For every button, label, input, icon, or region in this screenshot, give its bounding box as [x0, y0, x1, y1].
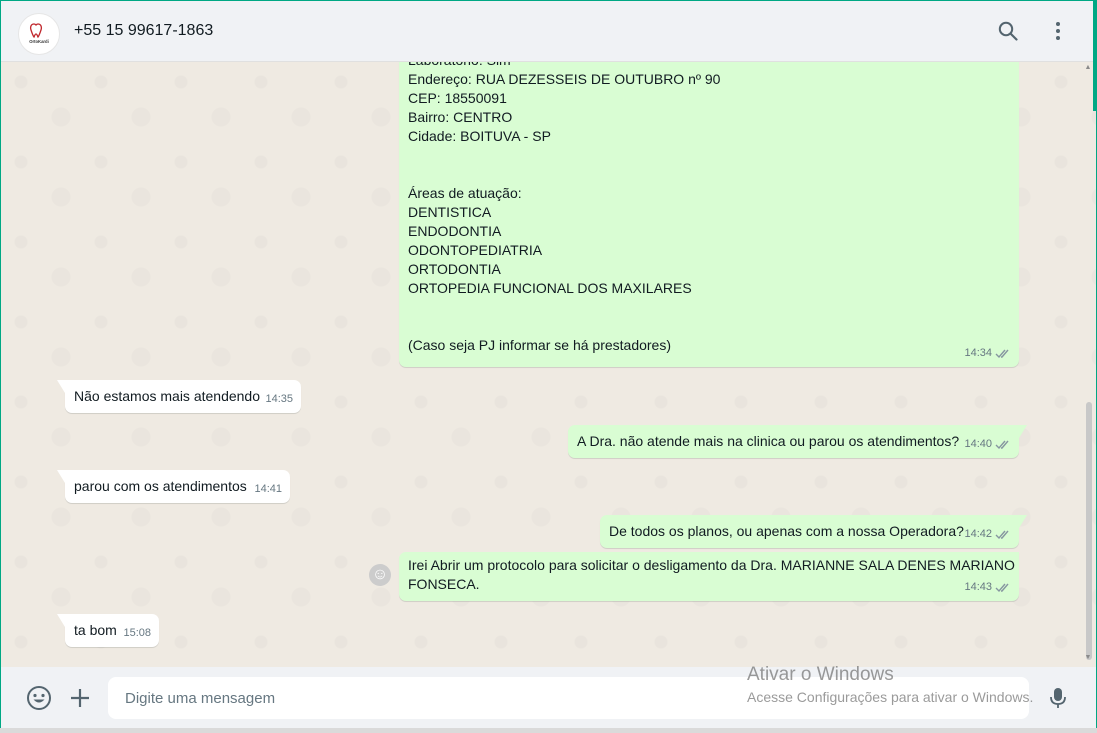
attach-plus-icon[interactable]: [67, 685, 93, 711]
message-line: [408, 317, 720, 336]
contact-name[interactable]: +55 15 99617-1863: [74, 22, 213, 40]
chat-header: OrtoKardi +55 15 99617-1863: [1, 1, 1096, 62]
message-text: ta bom: [74, 622, 117, 638]
message-meta: 14:42: [964, 525, 1011, 544]
message-line: ODONTOPEDIATRIA: [408, 242, 543, 258]
message-meta: 14:43: [964, 578, 1011, 597]
message-line: CEP: 18550091: [408, 90, 507, 106]
scrollbar-thumb[interactable]: [1086, 402, 1092, 660]
message-line: ENDODONTIA: [408, 223, 502, 239]
read-ticks-icon: [995, 530, 1009, 540]
message-outgoing[interactable]: De todos os planos, ou apenas com a noss…: [600, 515, 1027, 548]
message-line: [408, 165, 720, 184]
message-outgoing[interactable]: Irei Abrir um protocolo para solicitar o…: [399, 552, 1019, 601]
message-line: (Caso seja PJ informar se há prestadores…: [408, 337, 671, 353]
message-line: FONSECA.: [408, 576, 480, 592]
message-text: A Dra. não atende mais na clinica ou par…: [577, 433, 960, 449]
message-text: Irei Abrir um protocolo para solicitar o…: [408, 556, 1015, 594]
bubble-tail: [57, 614, 65, 627]
message-input[interactable]: [108, 677, 1029, 719]
compose-bar: [1, 667, 1096, 729]
message-line: Bairro: CENTRO: [408, 109, 513, 125]
message-line: DENTISTICA: [408, 204, 492, 220]
message-text: parou com os atendimentos: [74, 478, 247, 494]
menu-icon[interactable]: [1046, 19, 1070, 43]
message-meta: 14:40: [964, 435, 1011, 454]
message-meta: 14:41: [254, 480, 282, 499]
message-meta: 14:35: [265, 390, 293, 409]
chat-panel[interactable]: Laboratório: SimEndereço: RUA DEZESSEIS …: [1, 62, 1096, 667]
microphone-icon[interactable]: [1045, 685, 1071, 711]
message-incoming[interactable]: parou com os atendimentos 14:41: [57, 470, 290, 503]
contact-avatar[interactable]: OrtoKardi: [18, 13, 60, 55]
logo-icon: OrtoKardi: [29, 23, 49, 44]
read-ticks-icon: [995, 349, 1009, 359]
message-time: 14:43: [964, 581, 992, 593]
emoji-icon[interactable]: [26, 685, 52, 711]
message-text: Laboratório: SimEndereço: RUA DEZESSEIS …: [408, 62, 720, 355]
message-line: Áreas de atuação:: [408, 185, 522, 201]
message-line: ORTOPEDIA FUNCIONAL DOS MAXILARES: [408, 280, 692, 296]
avatar-label: OrtoKardi: [29, 39, 49, 44]
search-icon[interactable]: [996, 19, 1020, 43]
message-time: 15:08: [123, 627, 151, 639]
message-meta: 15:08: [123, 624, 151, 643]
message-line: Laboratório: Sim: [408, 62, 720, 70]
message-line: Cidade: BOITUVA - SP: [408, 128, 551, 144]
message-line: ORTODONTIA: [408, 261, 501, 277]
message-meta: 14:34: [964, 344, 1011, 363]
message-time: 14:42: [964, 528, 992, 540]
message-time: 14:40: [964, 438, 992, 450]
bubble-tail: [1019, 425, 1027, 438]
scroll-up-arrow[interactable]: ▲: [1084, 64, 1092, 72]
message-text: De todos os planos, ou apenas com a noss…: [609, 523, 964, 539]
message-time: 14:41: [254, 483, 282, 495]
message-line: Endereço: RUA DEZESSEIS DE OUTUBRO nº 90: [408, 71, 721, 87]
message-time: 14:34: [964, 347, 992, 359]
message-incoming[interactable]: ta bom 15:08: [57, 614, 159, 647]
bubble-tail: [57, 470, 65, 483]
message-outgoing[interactable]: Laboratório: SimEndereço: RUA DEZESSEIS …: [399, 62, 1019, 367]
bubble-tail: [57, 380, 65, 393]
read-ticks-icon: [995, 440, 1009, 450]
message-outgoing[interactable]: A Dra. não atende mais na clinica ou par…: [568, 425, 1027, 458]
message-line: [408, 298, 720, 317]
message-line: Irei Abrir um protocolo para solicitar o…: [408, 557, 1015, 573]
message-line: [408, 146, 720, 165]
message-text: Não estamos mais atendendo: [74, 388, 260, 404]
whatsapp-window: OrtoKardi +55 15 99617-1863 Laboratório:…: [0, 0, 1097, 732]
message-time: 14:35: [265, 393, 293, 405]
window-accent-edge: [1093, 1, 1096, 111]
reaction-emoji-icon[interactable]: ☺: [369, 564, 391, 586]
taskbar-edge: [0, 728, 1097, 733]
bubble-tail: [1019, 515, 1027, 528]
scroll-down-arrow[interactable]: ▼: [1084, 654, 1092, 662]
message-incoming[interactable]: Não estamos mais atendendo 14:35: [57, 380, 301, 413]
read-ticks-icon: [995, 583, 1009, 593]
